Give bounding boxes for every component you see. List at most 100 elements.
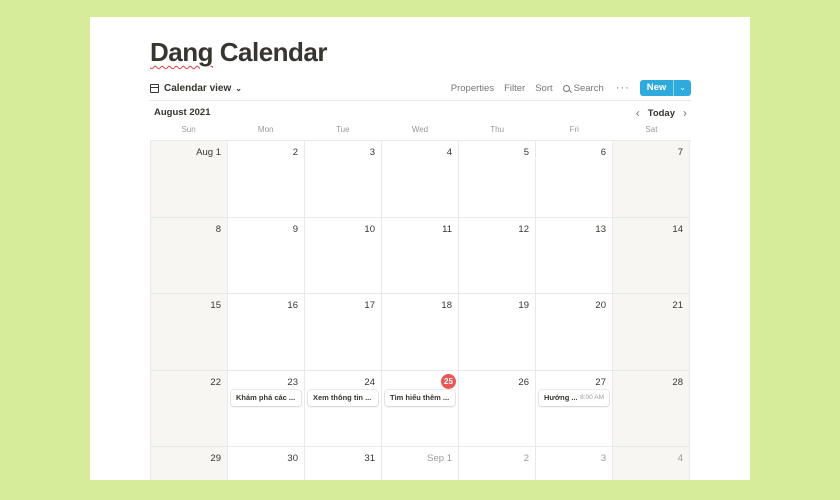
month-navigation: ‹ Today › (632, 106, 691, 120)
day-number: 29 (210, 453, 221, 465)
calendar-page: Dang Calendar Calendar view ⌄ Properties… (90, 17, 750, 480)
day-number: 30 (287, 453, 298, 465)
day-cell[interactable]: 12 (459, 217, 536, 295)
today-date-badge: 25 (441, 373, 456, 389)
day-cell[interactable]: 2 (228, 141, 305, 218)
day-cell[interactable]: 15 (151, 294, 228, 371)
day-number: 23 (287, 376, 298, 388)
day-cell[interactable]: 29 (151, 447, 228, 480)
day-number: 21 (672, 300, 683, 312)
day-cell[interactable]: 2 (459, 447, 536, 480)
month-label: August 2021 (154, 107, 211, 118)
view-label: Calendar view (164, 82, 232, 94)
day-cell[interactable]: 14 (613, 217, 690, 295)
day-cell[interactable]: 20 (536, 294, 613, 371)
day-cell[interactable]: 27 Hướng ... 8:00 AM (536, 370, 613, 448)
event-card[interactable]: Khám phá các ... (231, 389, 301, 406)
filter-button[interactable]: Filter (504, 83, 525, 94)
day-cell[interactable]: 6 (536, 141, 613, 218)
day-cell[interactable]: 13 (536, 217, 613, 295)
search-icon (562, 84, 570, 92)
today-button[interactable]: Today (648, 108, 675, 119)
day-cell[interactable]: 25 Tìm hiểu thêm ... (382, 370, 459, 448)
calendar-icon (150, 83, 159, 93)
toolbar-divider (150, 100, 691, 101)
day-number: 11 (442, 223, 452, 235)
page-title: Dang Calendar (150, 37, 328, 68)
day-number: 2 (523, 453, 529, 465)
day-cell[interactable]: 31 (305, 447, 382, 480)
day-cell[interactable]: 17 (305, 294, 382, 371)
day-number: 22 (210, 376, 221, 388)
day-cell[interactable]: 22 (151, 370, 228, 448)
properties-button[interactable]: Properties (451, 83, 494, 94)
weekday-label: Tue (336, 125, 350, 134)
day-number: 14 (672, 223, 683, 235)
weekday-label: Wed (411, 125, 429, 134)
page-title-word-2: Calendar (219, 37, 328, 67)
event-title: Khám phá các ... (236, 392, 296, 402)
next-month-chevron-icon[interactable]: › (679, 106, 691, 120)
event-card[interactable]: Tìm hiểu thêm ... (385, 389, 455, 406)
new-button[interactable]: New (640, 80, 674, 96)
day-number: 4 (446, 147, 452, 158)
day-number: 26 (518, 376, 529, 388)
day-number: 16 (287, 300, 298, 312)
database-toolbar: Calendar view ⌄ Properties Filter Sort S… (150, 77, 691, 99)
chevron-down-icon: ⌄ (235, 83, 242, 93)
day-number: 19 (518, 300, 529, 312)
day-cell[interactable]: 26 (459, 370, 536, 448)
event-card[interactable]: Hướng ... 8:00 AM (539, 389, 609, 406)
event-title: Xem thông tin ... (313, 392, 372, 402)
day-cell[interactable]: 8 (151, 217, 228, 295)
day-number: Sep 1 (427, 453, 452, 465)
view-switcher[interactable]: Calendar view ⌄ (150, 83, 242, 94)
day-number: 3 (369, 147, 375, 158)
day-cell[interactable]: Sep 1 (382, 447, 459, 480)
day-cell[interactable]: 11 (382, 217, 459, 295)
day-number: 24 (364, 376, 375, 388)
day-cell[interactable]: Aug 1 (151, 141, 228, 218)
day-number: 28 (672, 376, 683, 388)
day-number: 20 (595, 300, 606, 312)
day-number: 10 (364, 223, 375, 235)
page-title-word-1: Dang (150, 37, 214, 67)
day-cell[interactable]: 16 (228, 294, 305, 371)
new-dropdown-chevron-icon[interactable]: ⌄ (673, 80, 691, 96)
weekday-header: Sun Mon Tue Wed Thu Fri Sat (150, 125, 690, 134)
search-button[interactable]: Search (562, 82, 604, 94)
search-label: Search (573, 82, 604, 94)
day-cell[interactable]: 4 (382, 141, 459, 218)
day-number: 8 (215, 223, 221, 235)
day-cell[interactable]: 7 (613, 141, 690, 218)
day-number: Aug 1 (196, 147, 221, 158)
day-cell[interactable]: 24 Xem thông tin ... (305, 370, 382, 448)
day-number: 7 (677, 147, 683, 158)
day-number: 17 (364, 300, 375, 312)
weekday-label: Sat (645, 125, 658, 134)
day-cell[interactable]: 21 (613, 294, 690, 371)
event-card[interactable]: Xem thông tin ... (308, 389, 378, 406)
event-time: 8:00 AM (580, 393, 604, 401)
day-cell[interactable]: 3 (536, 447, 613, 480)
sort-button[interactable]: Sort (535, 83, 552, 94)
day-cell[interactable]: 3 (305, 141, 382, 218)
day-cell[interactable]: 18 (382, 294, 459, 371)
day-cell[interactable]: 19 (459, 294, 536, 371)
more-options-button[interactable]: ··· (616, 82, 630, 94)
calendar-grid: Aug 1 2 3 4 5 6 7 8 9 10 11 12 13 14 15 16 17 18 19 20 21 22 2… (150, 140, 691, 480)
day-number: 31 (364, 453, 375, 465)
day-cell[interactable]: 28 (613, 370, 690, 448)
day-cell[interactable]: 23 Khám phá các ... (228, 370, 305, 448)
day-cell[interactable]: 10 (305, 217, 382, 295)
day-number: 15 (210, 300, 221, 312)
day-cell[interactable]: 9 (228, 217, 305, 295)
previous-month-chevron-icon[interactable]: ‹ (632, 106, 644, 120)
day-cell[interactable]: 4 (613, 447, 690, 480)
day-cell[interactable]: 30 (228, 447, 305, 480)
day-cell[interactable]: 5 (459, 141, 536, 218)
day-number: 5 (523, 147, 529, 158)
day-number: 13 (595, 223, 606, 235)
day-number: 6 (600, 147, 606, 158)
weekday-label: Fri (569, 125, 579, 134)
